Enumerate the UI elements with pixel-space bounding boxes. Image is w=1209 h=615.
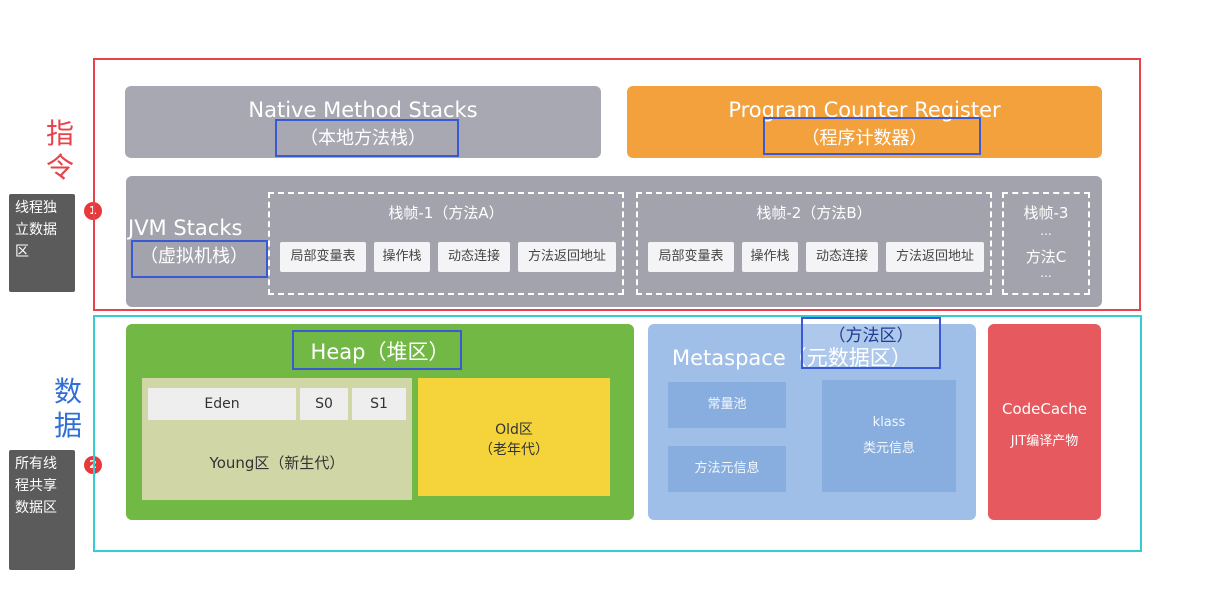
stack-frame-title: 栈帧-1（方法A） xyxy=(388,204,504,222)
ellipsis: ... xyxy=(1040,224,1052,238)
frame-cell: 操作栈 xyxy=(742,242,798,272)
method-area-annotation: （方法区） xyxy=(828,326,914,346)
stack-frame-title: 栈帧-3 xyxy=(1023,204,1069,222)
s1-cell: S1 xyxy=(352,388,406,420)
frame-cell: 动态连接 xyxy=(438,242,510,272)
klass-sublabel: 类元信息 xyxy=(862,441,915,456)
stack-frame-3: 栈帧-3 ... 方法C ... xyxy=(1002,192,1090,295)
young-generation: Eden S0 S1 Young区（新生代） xyxy=(142,378,412,500)
method-c-label: 方法C xyxy=(1025,248,1067,266)
ellipsis: ... xyxy=(1040,266,1052,280)
jvm-stacks-block: JVM Stacks （虚拟机栈） 栈帧-1（方法A） 局部变量表 操作栈 动态… xyxy=(126,176,1102,307)
thread-private-tag: 线程独立数据区 xyxy=(9,194,75,292)
frame-cell: 动态连接 xyxy=(806,242,878,272)
stack-frame-1: 栈帧-1（方法A） 局部变量表 操作栈 动态连接 方法返回地址 xyxy=(268,192,624,295)
klass-cell: klass 类元信息 xyxy=(822,380,956,492)
codecache-title: CodeCache xyxy=(1001,400,1088,418)
data-area-title: 数据 xyxy=(53,375,82,442)
codecache-block: CodeCache JIT编译产物 xyxy=(988,324,1101,520)
constant-pool-cell: 常量池 xyxy=(668,382,786,428)
old-label-line1: Old区 xyxy=(495,422,533,438)
klass-label: klass xyxy=(872,415,906,430)
frame-cell: 局部变量表 xyxy=(648,242,734,272)
young-generation-label: Young区（新生代） xyxy=(209,454,345,472)
jvm-highlight-box xyxy=(131,240,268,278)
codecache-subtitle: JIT编译产物 xyxy=(1010,434,1079,449)
native-highlight-box xyxy=(275,119,459,157)
eden-cell: Eden xyxy=(148,388,296,420)
stack-frame-2: 栈帧-2（方法B） 局部变量表 操作栈 动态连接 方法返回地址 xyxy=(636,192,992,295)
metaspace-highlight-box: （方法区） xyxy=(801,317,941,369)
old-generation-label: Old区 （老年代） xyxy=(418,420,610,460)
pcr-highlight-box xyxy=(763,117,981,155)
frame-cell: 操作栈 xyxy=(374,242,430,272)
old-label-line2: （老年代） xyxy=(479,442,549,458)
stack-frame-title: 栈帧-2（方法B） xyxy=(756,204,872,222)
frame-cell: 方法返回地址 xyxy=(518,242,616,272)
s0-cell: S0 xyxy=(300,388,348,420)
jvm-stacks-title: JVM Stacks xyxy=(128,216,243,240)
method-metadata-cell: 方法元信息 xyxy=(668,446,786,492)
heap-highlight-box xyxy=(292,330,462,370)
thread-shared-tag: 所有线程共享数据区 xyxy=(9,450,75,570)
old-generation: Old区 （老年代） xyxy=(418,378,610,496)
frame-cell: 方法返回地址 xyxy=(886,242,984,272)
frame-cell: 局部变量表 xyxy=(280,242,366,272)
instruction-area-title: 指令 xyxy=(45,117,74,184)
